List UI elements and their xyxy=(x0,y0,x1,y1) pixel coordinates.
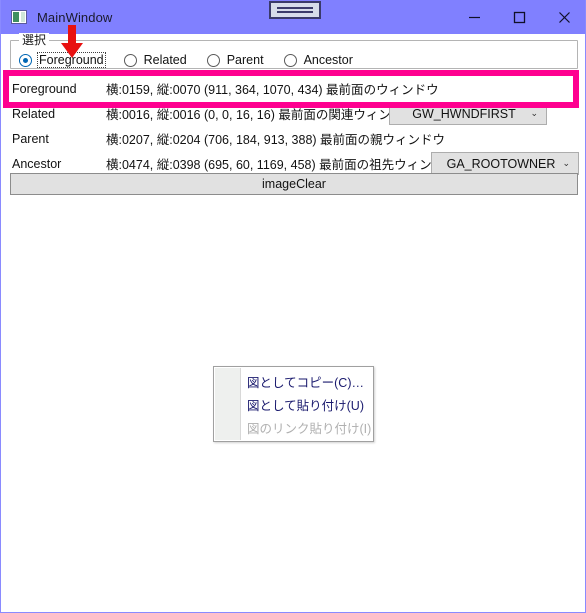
row-parent-detail: 横:0207, 縦:0204 (706, 184, 913, 388) 最前面の… xyxy=(106,133,446,147)
minimize-button[interactable] xyxy=(452,0,497,34)
info-rows: Foreground 横:0159, 縦:0070 (911, 364, 107… xyxy=(1,76,585,176)
mini-window-glyph-icon xyxy=(269,1,321,19)
minimize-icon xyxy=(469,16,480,18)
row-related-name: Related xyxy=(12,106,56,121)
row-ancestor-name: Ancestor xyxy=(12,156,62,171)
radio-related-mark xyxy=(123,53,137,67)
combo-related-value: GW_HWNDFIRST xyxy=(412,106,516,121)
radio-ancestor-label: Ancestor xyxy=(303,53,353,67)
row-parent: Parent 横:0207, 縦:0204 (706, 184, 913, 38… xyxy=(1,126,585,151)
radio-parent-mark xyxy=(206,53,220,67)
menu-item-copy-as-picture-label: 図としてコピー(C)… xyxy=(247,376,364,390)
radio-ancestor[interactable]: Ancestor xyxy=(283,51,355,69)
combo-ancestor-value: GA_ROOTOWNER xyxy=(446,156,556,171)
red-down-arrow-icon xyxy=(61,25,83,58)
menu-item-paste-picture-link: 図のリンク貼り付け(I) xyxy=(214,416,373,439)
menu-item-paste-as-picture-label: 図として貼り付け(U) xyxy=(247,399,364,413)
radio-foreground-mark xyxy=(19,53,32,67)
chevron-down-icon: ⌄ xyxy=(530,108,538,118)
image-clear-button[interactable]: imageClear xyxy=(10,173,578,195)
row-parent-name: Parent xyxy=(12,131,49,146)
radio-ancestor-mark xyxy=(283,53,297,67)
radio-parent-label: Parent xyxy=(226,53,264,67)
row-ancestor-detail: 横:0474, 縦:0398 (695, 60, 1169, 458) 最前面の… xyxy=(106,158,457,172)
row-foreground-detail: 横:0159, 縦:0070 (911, 364, 1070, 434) 最前面… xyxy=(106,83,439,97)
combo-related[interactable]: GW_HWNDFIRST ⌄ xyxy=(389,102,547,125)
app-icon xyxy=(11,10,27,24)
chevron-down-icon: ⌄ xyxy=(562,158,570,168)
close-button[interactable] xyxy=(542,0,585,34)
context-menu: 図としてコピー(C)… 図として貼り付け(U) 図のリンク貼り付け(I) xyxy=(213,366,374,442)
radio-parent[interactable]: Parent xyxy=(206,51,266,69)
glyph-line-1 xyxy=(277,7,313,9)
glyph-line-2 xyxy=(277,11,313,13)
image-clear-button-label: imageClear xyxy=(262,177,326,191)
close-icon xyxy=(559,11,570,23)
window-title: MainWindow xyxy=(37,9,113,25)
menu-item-copy-as-picture[interactable]: 図としてコピー(C)… xyxy=(214,370,373,393)
selection-groupbox-label: 選択 xyxy=(19,33,50,47)
menu-item-paste-as-picture[interactable]: 図として貼り付け(U) xyxy=(214,393,373,416)
row-foreground-name: Foreground xyxy=(12,81,77,96)
combo-ancestor[interactable]: GA_ROOTOWNER ⌄ xyxy=(431,152,579,175)
radio-related[interactable]: Related xyxy=(123,51,189,69)
main-window: MainWindow 選択 Foreground Related Parent … xyxy=(0,0,586,613)
maximize-icon xyxy=(513,11,526,23)
row-related-detail: 横:0016, 縦:0016 (0, 0, 16, 16) 最前面の関連ウィンド… xyxy=(106,108,416,122)
maximize-button[interactable] xyxy=(497,0,542,34)
row-foreground: Foreground 横:0159, 縦:0070 (911, 364, 107… xyxy=(1,76,585,101)
menu-item-paste-picture-link-label: 図のリンク貼り付け(I) xyxy=(247,422,372,436)
row-related: Related 横:0016, 縦:0016 (0, 0, 16, 16) 最前… xyxy=(1,101,585,126)
radio-related-label: Related xyxy=(143,53,187,67)
